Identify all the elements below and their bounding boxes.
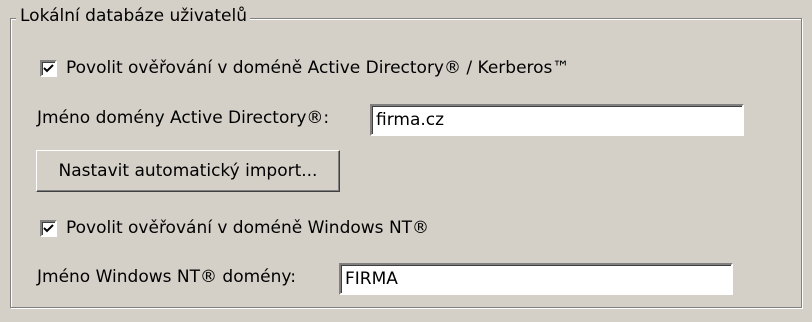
settings-panel: Lokální databáze uživatelů Povolit ověřo… — [0, 0, 812, 322]
ad-auth-option[interactable]: Povolit ověřování v doméně Active Direct… — [40, 58, 569, 78]
nt-auth-label: Povolit ověřování v doméně Windows NT® — [66, 218, 430, 238]
nt-auth-option[interactable]: Povolit ověřování v doméně Windows NT® — [40, 218, 429, 238]
checkmark-icon — [43, 63, 54, 72]
ad-domain-input[interactable]: firma.cz — [370, 104, 744, 136]
group-title: Lokální databáze uživatelů — [16, 6, 250, 26]
ad-auth-checkbox[interactable] — [40, 59, 57, 77]
nt-domain-input[interactable]: FIRMA — [339, 263, 733, 295]
nt-auth-checkbox[interactable] — [40, 219, 57, 237]
checkmark-icon — [43, 223, 54, 232]
auto-import-button[interactable]: Nastavit automatický import... — [36, 150, 340, 192]
nt-domain-label: Jméno Windows NT® domény: — [37, 267, 296, 287]
ad-domain-label: Jméno domény Active Directory®: — [37, 108, 330, 128]
ad-auth-label: Povolit ověřování v doméně Active Direct… — [66, 58, 570, 78]
